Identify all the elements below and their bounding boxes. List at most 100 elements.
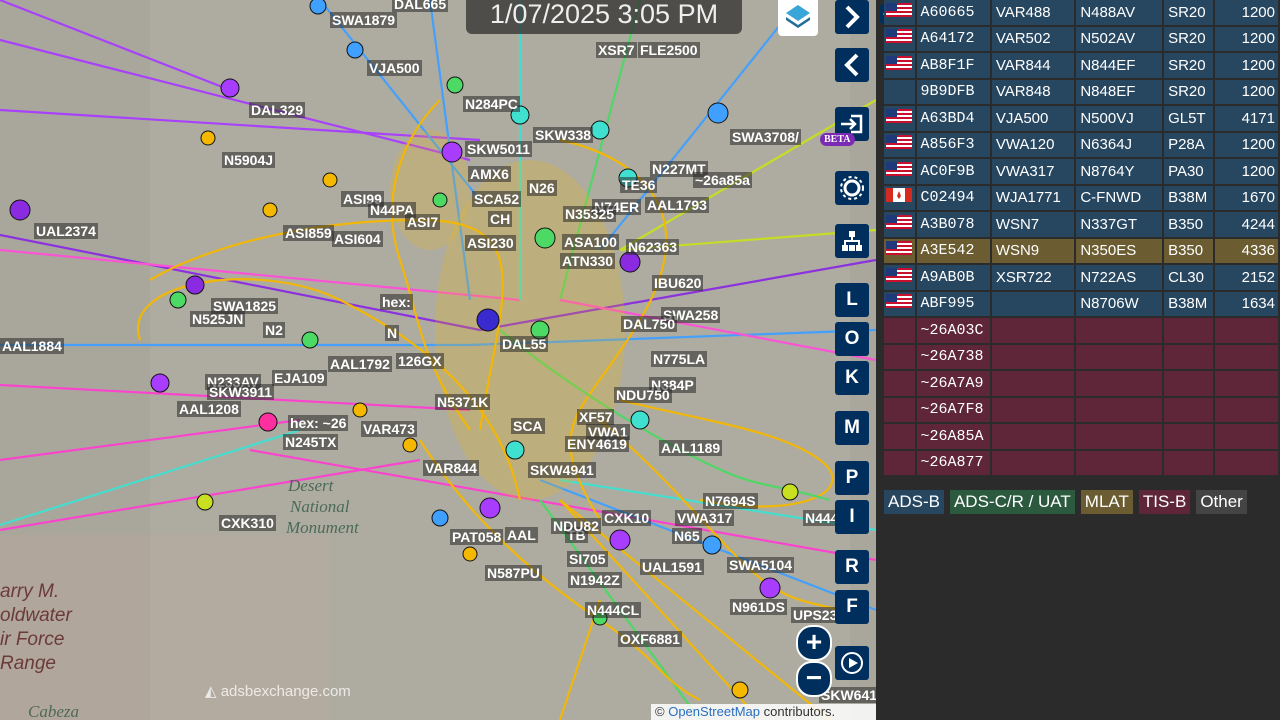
aircraft-label[interactable]: SKW3911: [207, 384, 275, 400]
aircraft-label[interactable]: SWA3708/: [730, 129, 801, 145]
aircraft-label[interactable]: FLE2500: [638, 42, 700, 58]
aircraft-row[interactable]: C02494 WJA1771 C-FNWD B38M 1670: [884, 184, 1280, 212]
aircraft-label[interactable]: ASI230: [465, 235, 516, 251]
toggle-button-i[interactable]: I: [835, 500, 869, 534]
aircraft-label[interactable]: N961DS: [730, 599, 787, 615]
aircraft-label[interactable]: N2: [263, 322, 285, 338]
toggle-button-p[interactable]: P: [835, 461, 869, 495]
aircraft-label[interactable]: AAL1189: [659, 440, 723, 456]
aircraft-row[interactable]: ~26A85A: [884, 423, 1280, 451]
aircraft-label[interactable]: TE36: [620, 177, 658, 193]
aircraft-label[interactable]: ASI604: [332, 231, 383, 247]
toggle-button-r[interactable]: R: [835, 550, 869, 584]
aircraft-label[interactable]: SCA52: [472, 191, 522, 207]
osm-link[interactable]: OpenStreetMap: [668, 704, 760, 719]
aircraft-label[interactable]: AAL1884: [0, 338, 64, 354]
aircraft-label[interactable]: SKW5011: [465, 141, 533, 157]
aircraft-label[interactable]: N775LA: [651, 351, 708, 367]
aircraft-label[interactable]: AAL: [505, 527, 538, 543]
aircraft-label[interactable]: CXK310: [219, 515, 276, 531]
aircraft-label[interactable]: CH: [488, 211, 513, 227]
toggle-button-f[interactable]: F: [835, 590, 869, 624]
aircraft-label[interactable]: OXF6881: [618, 631, 682, 647]
layers-button[interactable]: [778, 0, 818, 36]
aircraft-label[interactable]: SCA: [511, 418, 545, 434]
aircraft-label[interactable]: AAL1793: [645, 197, 709, 213]
aircraft-label[interactable]: 126GX: [396, 353, 444, 369]
aircraft-label[interactable]: N35325: [563, 206, 617, 222]
aircraft-label[interactable]: VAR844: [423, 460, 479, 476]
aircraft-label[interactable]: AAL1208: [177, 401, 241, 417]
toggle-button-o[interactable]: O: [835, 322, 869, 356]
map-view[interactable]: SWA1879 DAL665 XSR7 FLE2500 VJA500 DAL329 N284…: [0, 0, 876, 720]
aircraft-label[interactable]: ASA100: [562, 234, 619, 250]
aircraft-label[interactable]: VJA500: [367, 60, 422, 76]
aircraft-label[interactable]: XF57: [577, 409, 615, 425]
aircraft-label[interactable]: PAT058: [450, 529, 504, 545]
aircraft-row[interactable]: 9B9DFB VAR848 N848EF SR20 1200: [884, 78, 1280, 106]
aircraft-label[interactable]: DAL750: [621, 316, 678, 332]
toggle-button-l[interactable]: L: [835, 283, 869, 317]
aircraft-label[interactable]: VWA317: [675, 510, 735, 526]
aircraft-label[interactable]: SWA1879: [330, 12, 398, 28]
aircraft-row[interactable]: A856F3 VWA120 N6364J P28A 1200: [884, 131, 1280, 159]
aircraft-label[interactable]: hex: ~26: [288, 415, 349, 431]
aircraft-label[interactable]: NDU750: [614, 387, 672, 403]
aircraft-label[interactable]: DAL55: [500, 336, 549, 352]
aircraft-label[interactable]: ENY4619: [565, 436, 629, 452]
aircraft-label[interactable]: N65: [672, 528, 702, 544]
aircraft-row[interactable]: ABF995 N8706W B38M 1634: [884, 290, 1280, 318]
aircraft-label[interactable]: N525JN: [190, 311, 246, 327]
aircraft-row[interactable]: ~26A738: [884, 343, 1280, 371]
aircraft-row[interactable]: A9AB0B XSR722 N722AS CL30 2152: [884, 264, 1280, 292]
aircraft-label[interactable]: AAL1792: [328, 356, 392, 372]
aircraft-label[interactable]: DAL329: [249, 102, 306, 118]
collapse-sidebar-button[interactable]: [835, 48, 869, 82]
toggle-button-k[interactable]: K: [835, 361, 869, 395]
aircraft-label[interactable]: ASI7: [405, 214, 441, 230]
aircraft-label[interactable]: EJA109: [272, 370, 327, 386]
aircraft-label[interactable]: N62363: [626, 239, 680, 255]
aircraft-label[interactable]: N5371K: [435, 394, 491, 410]
aircraft-label[interactable]: N: [385, 325, 400, 341]
aircraft-label[interactable]: UAL1591: [640, 559, 704, 575]
aircraft-label[interactable]: CXK10: [602, 510, 652, 526]
replay-button[interactable]: [835, 646, 869, 680]
settings-button[interactable]: [835, 171, 869, 205]
aircraft-label[interactable]: ASI859: [283, 225, 334, 241]
aircraft-label[interactable]: ATN330: [560, 253, 616, 269]
aircraft-label[interactable]: SKW4941: [528, 462, 596, 478]
aircraft-label[interactable]: N284PC: [463, 96, 520, 112]
aircraft-label[interactable]: N1942Z: [568, 572, 622, 588]
aircraft-row[interactable]: A64172 VAR502 N502AV SR20 1200: [884, 25, 1280, 53]
aircraft-label[interactable]: N26: [527, 180, 557, 196]
aircraft-label[interactable]: SKW338: [533, 127, 594, 143]
aircraft-row[interactable]: A3E542 WSN9 N350ES B350 4336: [884, 237, 1280, 265]
zoom-in-button[interactable]: +: [796, 625, 832, 661]
toggle-button-m[interactable]: M: [835, 411, 869, 445]
aircraft-label[interactable]: NDU82: [551, 518, 601, 534]
aircraft-row[interactable]: ~26A03C: [884, 317, 1280, 345]
aircraft-label[interactable]: N245TX: [283, 434, 339, 450]
aircraft-row[interactable]: ~26A877: [884, 449, 1280, 477]
zoom-out-button[interactable]: −: [796, 661, 832, 697]
aircraft-label[interactable]: UAL2374: [34, 223, 98, 239]
aircraft-row[interactable]: A3B078 WSN7 N337GT B350 4244: [884, 211, 1280, 239]
aircraft-row[interactable]: A60665 VAR488 N488AV SR20 1200: [884, 0, 1280, 27]
aircraft-label[interactable]: SWA5104: [727, 557, 795, 573]
aircraft-label[interactable]: N587PU: [485, 565, 542, 581]
aircraft-label[interactable]: IBU620: [652, 275, 704, 291]
aircraft-label[interactable]: DAL665: [392, 0, 449, 12]
aircraft-label[interactable]: hex:: [380, 294, 413, 310]
aircraft-label[interactable]: N444CL: [585, 602, 642, 618]
aircraft-row[interactable]: A63BD4 VJA500 N500VJ GL5T 4171: [884, 105, 1280, 133]
expand-sidebar-button[interactable]: [835, 0, 869, 34]
aircraft-row[interactable]: ~26A7A9: [884, 370, 1280, 398]
aircraft-row[interactable]: ~26A7F8: [884, 396, 1280, 424]
aircraft-row[interactable]: AC0F9B VWA317 N8764Y PA30 1200: [884, 158, 1280, 186]
aircraft-label[interactable]: UPS23: [791, 607, 840, 623]
filter-button[interactable]: [835, 224, 869, 258]
aircraft-label[interactable]: N5904J: [222, 152, 276, 168]
aircraft-label[interactable]: XSR7: [596, 42, 637, 58]
aircraft-label[interactable]: ~26a85a: [693, 172, 752, 188]
